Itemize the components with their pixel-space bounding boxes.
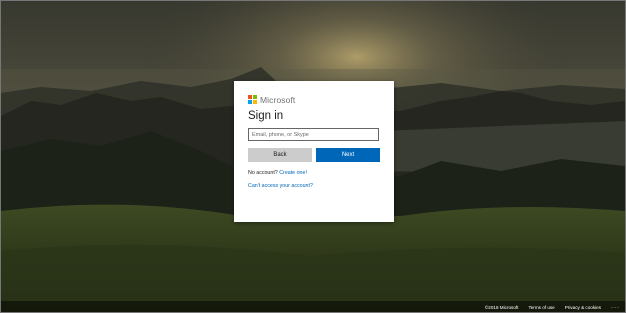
page-title: Sign in	[248, 110, 284, 122]
footer: ©2018 Microsoft Terms of use Privacy & c…	[485, 303, 625, 312]
privacy-link[interactable]: Privacy & cookies	[565, 305, 601, 310]
microsoft-logo-icon	[248, 95, 257, 104]
next-button[interactable]: Next	[316, 148, 380, 162]
brand-name: Microsoft	[260, 94, 296, 105]
signin-page: Microsoft Sign in Back Next No account? …	[0, 0, 626, 313]
copyright-text: ©2018 Microsoft	[484, 305, 519, 310]
signin-card: Microsoft Sign in Back Next No account? …	[234, 81, 394, 222]
brand: Microsoft	[248, 94, 295, 105]
email-field[interactable]	[248, 128, 379, 141]
no-account-text: No account?	[248, 170, 278, 176]
no-account-row: No account? Create one!	[248, 170, 307, 176]
terms-link[interactable]: Terms of use	[528, 305, 554, 310]
back-button[interactable]: Back	[248, 148, 312, 162]
more-options-icon[interactable]: ···	[611, 305, 620, 311]
create-account-link[interactable]: Create one!	[279, 170, 307, 176]
cant-access-link[interactable]: Can't access your account?	[248, 183, 313, 189]
